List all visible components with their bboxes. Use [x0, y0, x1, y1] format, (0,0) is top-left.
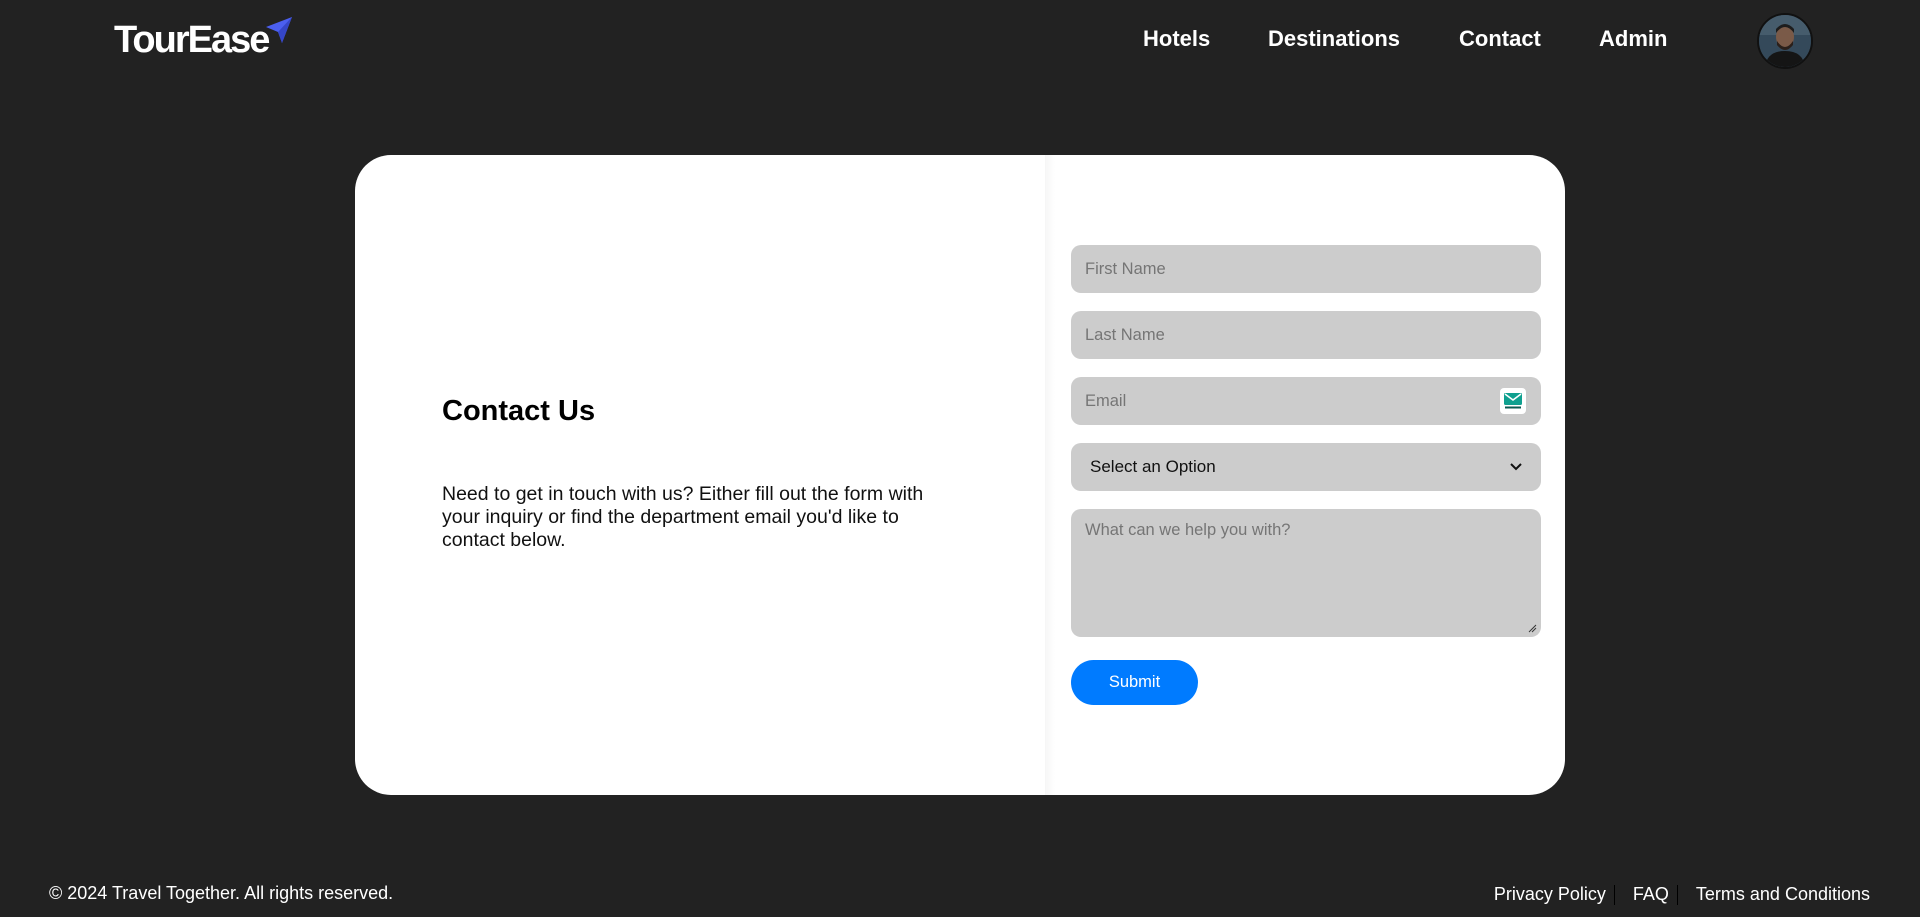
footer-separator — [1676, 884, 1678, 905]
terms-link[interactable]: Terms and Conditions — [1696, 884, 1870, 905]
first-name-field[interactable] — [1071, 245, 1541, 293]
inquiry-select[interactable]: Select an Option — [1071, 443, 1541, 491]
footer-links: Privacy Policy FAQ Terms and Conditions — [1494, 884, 1870, 905]
contact-card: Contact Us Need to get in touch with us?… — [355, 155, 1565, 795]
select-value: Select an Option — [1090, 457, 1216, 476]
avatar-image — [1759, 15, 1811, 67]
privacy-policy-link[interactable]: Privacy Policy — [1494, 884, 1606, 905]
email-field[interactable] — [1071, 377, 1541, 425]
last-name-field[interactable] — [1071, 311, 1541, 359]
email-icon[interactable] — [1500, 388, 1526, 414]
logo-text: TourEase — [114, 19, 270, 61]
resize-handle-icon[interactable] — [1527, 623, 1537, 633]
logo[interactable]: TourEase — [114, 16, 294, 64]
paper-plane-icon — [266, 17, 293, 43]
contact-title: Contact Us — [442, 395, 596, 427]
nav-contact[interactable]: Contact — [1459, 26, 1541, 52]
chevron-down-icon — [1510, 463, 1522, 471]
site-header: TourEase Hotels Destinations Contact Adm… — [0, 0, 1920, 84]
panel-divider — [1045, 155, 1055, 795]
user-avatar[interactable] — [1757, 13, 1813, 69]
message-textarea[interactable] — [1071, 509, 1541, 637]
submit-button[interactable]: Submit — [1071, 660, 1198, 705]
nav-admin[interactable]: Admin — [1599, 26, 1667, 52]
faq-link[interactable]: FAQ — [1633, 884, 1669, 905]
contact-info-panel: Contact Us Need to get in touch with us?… — [355, 155, 1045, 795]
footer-copyright: © 2024 Travel Together. All rights reser… — [49, 883, 394, 903]
footer-separator — [1613, 884, 1615, 905]
nav-hotels[interactable]: Hotels — [1143, 26, 1210, 52]
nav-destinations[interactable]: Destinations — [1268, 26, 1400, 52]
contact-description: Need to get in touch with us? Either fil… — [442, 483, 924, 551]
